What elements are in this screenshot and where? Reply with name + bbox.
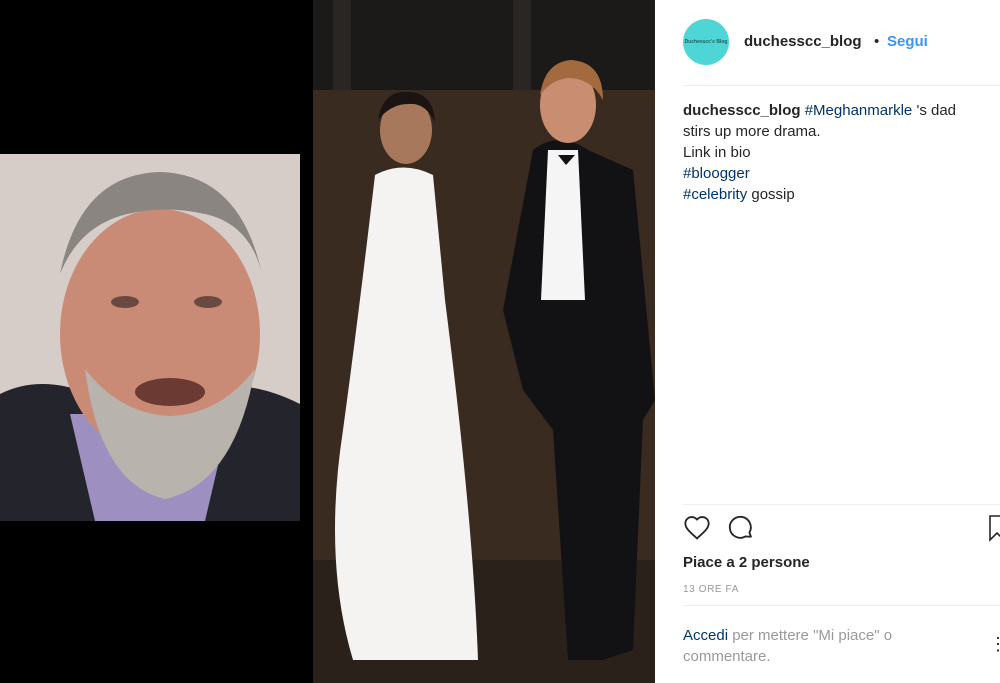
caption-author-link[interactable]: duchesscc_blog [683, 102, 801, 119]
avatar-logo-text: Duchesscc's Blog [684, 39, 728, 45]
follow-button[interactable]: Segui [887, 33, 928, 50]
post-caption: duchesscc_blog #Meghanmarkle 's dad stir… [683, 100, 993, 205]
login-prompt: Accedi per mettere "Mi piace" o commenta… [683, 625, 963, 667]
username-link[interactable]: duchesscc_blog [744, 33, 862, 50]
comment-icon[interactable] [727, 514, 755, 547]
caption-text: gossip [747, 186, 795, 203]
caption-text: Link in bio [683, 144, 751, 161]
actions-divider [683, 504, 1000, 505]
hashtag-link[interactable]: #Meghanmarkle [805, 102, 913, 119]
likes-count[interactable]: Piace a 2 persone [683, 554, 810, 571]
post-header: Duchesscc's Blog duchesscc_blog • Segui [655, 0, 1000, 84]
photo-couple [313, 0, 655, 683]
more-options-icon[interactable]: ⋮ [989, 634, 1000, 655]
heart-icon[interactable] [683, 514, 711, 547]
separator-dot: • [874, 33, 880, 50]
caption-text: 's dad [912, 102, 957, 119]
post-sidebar: Duchesscc's Blog duchesscc_blog • Segui … [655, 0, 1000, 683]
post-timestamp: 13 ORE FA [683, 584, 739, 595]
avatar[interactable]: Duchesscc's Blog [683, 19, 729, 65]
hashtag-link[interactable]: #bloogger [683, 165, 750, 182]
photo-older-man [0, 154, 300, 521]
login-link[interactable]: Accedi [683, 627, 728, 644]
header-divider [683, 85, 1000, 86]
bookmark-icon[interactable] [985, 514, 1000, 547]
hashtag-link[interactable]: #celebrity [683, 186, 747, 203]
post-image[interactable] [0, 0, 655, 683]
caption-text: stirs up more drama. [683, 123, 821, 140]
login-divider [683, 605, 1000, 606]
